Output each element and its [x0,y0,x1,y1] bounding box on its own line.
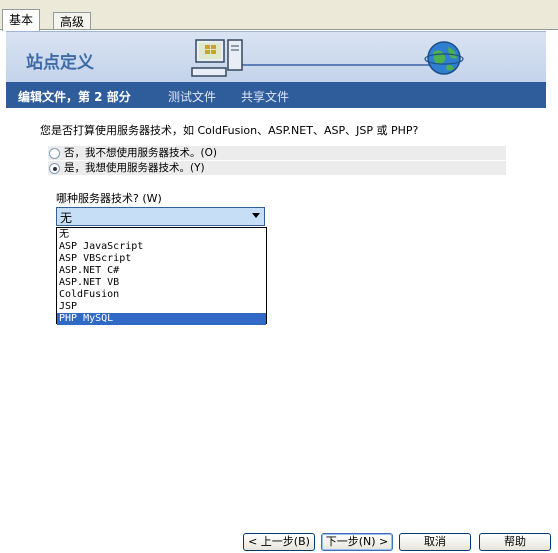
tab-basic[interactable]: 基本 [2,9,41,31]
step-current: 编辑文件，第 2 部分 [18,90,131,104]
radio-label: 是，我想使用服务器技术。(Y) [64,162,205,174]
chevron-down-icon[interactable] [252,213,260,218]
dropdown-option[interactable]: 无 [57,229,266,241]
server-tech-question: 您是否打算使用服务器技术，如 ColdFusion、ASP.NET、ASP、JS… [40,124,419,137]
server-tech-label: 哪种服务器技术? (W) [56,192,162,205]
radio-no-server-tech[interactable]: 否，我不想使用服务器技术。(O) [48,146,506,160]
tab-divider [0,29,558,30]
wizard-banner: 站点定义 [6,31,546,83]
server-tech-dropdown-list: 无 ASP JavaScript ASP VBScript ASP.NET C#… [56,227,267,325]
dropdown-option[interactable]: ColdFusion [57,289,266,301]
next-button[interactable]: 下一步(N) > [321,533,393,551]
radio-button[interactable] [49,148,60,159]
dropdown-option[interactable]: ASP VBScript [57,253,266,265]
wizard-step-bar: 编辑文件，第 2 部分 测试文件 共享文件 [6,82,546,108]
step-sharing-files: 共享文件 [241,90,290,104]
tab-advanced[interactable]: 高级 [53,12,92,30]
dropdown-option[interactable]: ASP.NET C# [57,265,266,277]
select-value: 无 [60,211,73,225]
network-wire [236,64,436,66]
dropdown-option-highlighted[interactable]: PHP MySQL [57,313,266,325]
globe-icon [424,41,464,75]
radio-selected-dot [53,167,57,171]
step-testing-files: 测试文件 [168,90,217,104]
dropdown-option[interactable]: JSP [57,301,266,313]
tab-strip-fill [108,12,558,20]
radio-label: 否，我不想使用服务器技术。(O) [64,147,217,159]
dropdown-option[interactable]: ASP JavaScript [57,241,266,253]
computer-icon [191,39,243,77]
back-button[interactable]: < 上一步(B) [243,533,315,551]
dropdown-option[interactable]: ASP.NET VB [57,277,266,289]
help-button[interactable]: 帮助 [479,533,551,551]
cancel-button[interactable]: 取消 [399,533,471,551]
server-tech-select[interactable]: 无 [56,207,265,226]
tab-strip: 基本 高级 [0,0,558,31]
radio-button[interactable] [49,163,60,174]
banner-title: 站点定义 [26,53,94,73]
radio-yes-server-tech[interactable]: 是，我想使用服务器技术。(Y) [48,161,506,175]
